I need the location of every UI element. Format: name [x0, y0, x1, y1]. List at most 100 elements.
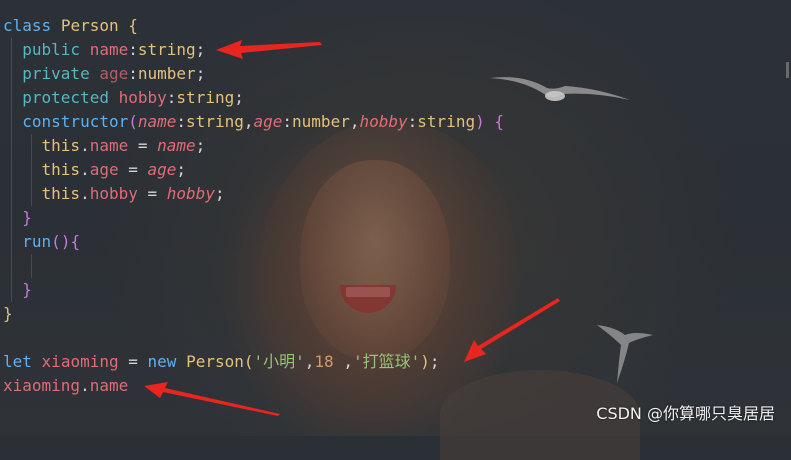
scrollbar-marker[interactable] [786, 62, 789, 78]
comma: , [333, 352, 353, 371]
dot: . [80, 184, 90, 203]
colon: : [407, 112, 418, 131]
brace: { [128, 16, 138, 35]
parameter: name [157, 136, 196, 155]
method-name: run [22, 232, 52, 251]
colon: : [128, 64, 138, 83]
parameter: age [147, 160, 177, 179]
semicolon: ; [176, 160, 187, 179]
number: 18 [314, 352, 334, 371]
brace: } [22, 208, 32, 227]
type: string [186, 112, 244, 131]
variable: xiaoming [41, 352, 119, 371]
paren: ( [51, 232, 61, 251]
brace: } [22, 280, 32, 299]
property: name [89, 376, 129, 395]
paren: ) [475, 112, 485, 131]
code-line: run(){ [0, 230, 504, 254]
property: age [89, 160, 119, 179]
annotation-arrow-icon [216, 40, 322, 59]
brace: { [70, 232, 81, 251]
keyword: public [22, 40, 81, 59]
code-line: } [0, 302, 504, 326]
this-keyword: this [41, 136, 81, 155]
brace: { [494, 112, 504, 131]
dot: . [80, 136, 90, 155]
code-line [0, 254, 504, 278]
keyword: let [3, 352, 32, 371]
paren: ) [60, 232, 71, 251]
parameter: hobby [359, 112, 408, 131]
type: number [292, 112, 350, 131]
semicolon: ; [195, 40, 206, 59]
string: '小明' [253, 352, 305, 371]
paren: ( [243, 352, 254, 371]
colon: : [282, 112, 293, 131]
class-name: Person [60, 16, 119, 35]
code-line: } [0, 278, 504, 302]
keyword: constructor [22, 112, 129, 131]
code-line: constructor(name:string,age:number,hobby… [0, 110, 504, 134]
property: name [89, 136, 129, 155]
keyword: protected [22, 88, 109, 107]
seagull-icon [490, 77, 630, 101]
colon: : [128, 40, 138, 59]
variable: xiaoming [3, 376, 81, 395]
parameter: name [137, 112, 177, 131]
code-line: private age:number; [0, 62, 504, 86]
property: hobby [118, 88, 167, 107]
code-line: this.name = name; [0, 134, 504, 158]
class-name: Person [186, 352, 244, 371]
parameter: hobby [166, 184, 215, 203]
assign: = [137, 184, 167, 203]
semicolon: ; [214, 184, 225, 203]
property: name [89, 40, 129, 59]
semicolon: ; [195, 64, 206, 83]
assign: = [118, 352, 148, 371]
property: age [99, 64, 129, 83]
colon: : [166, 88, 177, 107]
annotation-arrow-icon [464, 298, 560, 362]
code-editor[interactable]: class Person { public name:string; priva… [0, 14, 504, 398]
dot: . [80, 376, 90, 395]
type: string [417, 112, 476, 131]
assign: = [128, 136, 158, 155]
comma: , [304, 352, 315, 371]
this-keyword: this [41, 184, 81, 203]
this-keyword: this [41, 160, 81, 179]
paren: ( [128, 112, 138, 131]
paren: ) [420, 352, 430, 371]
semicolon: ; [195, 136, 206, 155]
brace: } [3, 304, 13, 323]
type: number [137, 64, 196, 83]
code-line: protected hobby:string; [0, 86, 504, 110]
keyword: private [22, 64, 90, 83]
code-line: class Person { [0, 14, 504, 38]
watermark: CSDN @你算哪只臭居居 [596, 404, 775, 423]
code-line: let xiaoming = new Person('小明',18 ,'打篮球'… [0, 350, 504, 374]
annotation-arrow-icon [144, 382, 280, 416]
dot: . [80, 160, 90, 179]
type: string [176, 88, 235, 107]
type: string [137, 40, 196, 59]
code-line: this.hobby = hobby; [0, 182, 504, 206]
code-line: } [0, 206, 504, 230]
string: '打篮球' [352, 352, 421, 371]
seagull-icon [597, 325, 653, 383]
colon: : [176, 112, 187, 131]
parameter: age [253, 112, 283, 131]
keyword: class [3, 16, 52, 35]
code-line: this.age = age; [0, 158, 504, 182]
semicolon: ; [429, 352, 440, 371]
semicolon: ; [234, 88, 244, 107]
keyword: new [147, 352, 177, 371]
